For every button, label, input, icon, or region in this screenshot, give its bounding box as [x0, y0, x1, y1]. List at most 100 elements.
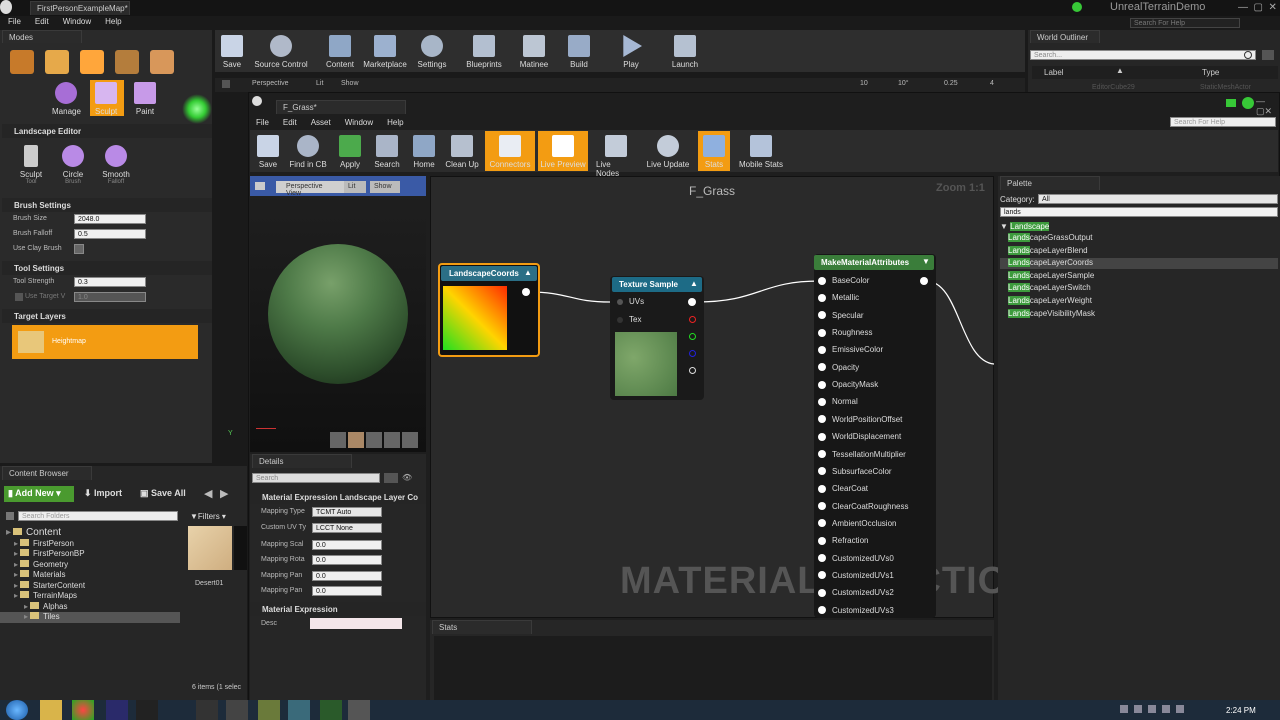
folder-item[interactable]: ▸ Alphas	[0, 601, 180, 613]
brush-size-field[interactable]: 2048.0	[74, 214, 146, 224]
expand-arrow-icon[interactable]: ▸	[14, 591, 18, 600]
apply-button[interactable]: Apply	[338, 135, 362, 169]
expand-arrow-icon[interactable]: ▸	[14, 581, 18, 590]
tray-icon[interactable]	[1120, 705, 1128, 713]
terrain-taskbar-icon[interactable]	[258, 700, 280, 720]
nav-forward-icon[interactable]: ▶	[220, 487, 228, 500]
app-taskbar-icon[interactable]	[136, 700, 158, 720]
use-clay-checkbox[interactable]	[74, 244, 84, 254]
make-pin[interactable]: Specular	[818, 311, 864, 320]
main-help-search[interactable]: Search For Help	[1130, 18, 1240, 28]
outliner-search[interactable]: Search...	[1030, 50, 1256, 60]
category-dropdown[interactable]: All	[1038, 194, 1278, 204]
brush-falloff-field[interactable]: 0.5	[74, 229, 146, 239]
make-pin[interactable]: CustomizedUVs2	[818, 588, 894, 597]
launch-button[interactable]: Launch	[670, 35, 700, 69]
make-pin[interactable]: EmissiveColor	[818, 345, 883, 354]
tab-f-grass[interactable]: F_Grass*	[276, 100, 406, 114]
details-search[interactable]: Search	[252, 473, 380, 483]
make-pin[interactable]: Normal	[818, 397, 858, 406]
desc-field[interactable]	[310, 618, 402, 629]
start-button-icon[interactable]	[6, 700, 28, 720]
folder-item[interactable]: ▸ Geometry	[0, 559, 180, 571]
menu-window[interactable]: Window	[63, 17, 91, 26]
palette-item[interactable]: LandscapeLayerCoords	[1008, 257, 1095, 270]
window-controls[interactable]: — ▢ ✕	[1238, 2, 1277, 13]
custom-uv-type-dropdown[interactable]: LCCT None	[312, 523, 382, 533]
find-in-cb-button[interactable]: Find in CB	[288, 135, 328, 169]
editor-menu-edit[interactable]: Edit	[283, 118, 297, 127]
rgb-output-pin[interactable]	[688, 298, 696, 306]
details-eye-icon[interactable]: 👁	[402, 473, 422, 483]
tray-icon[interactable]	[1148, 705, 1156, 713]
palette-search[interactable]: lands	[1000, 207, 1278, 217]
tab-content-browser[interactable]: Content Browser	[2, 466, 92, 480]
asset-partial-thumbnail[interactable]	[234, 526, 247, 570]
menu-help[interactable]: Help	[105, 17, 121, 26]
tray-icon[interactable]	[1134, 705, 1142, 713]
tex-tex-pin[interactable]: Tex	[617, 315, 641, 324]
unreal-taskbar-icon[interactable]	[196, 700, 218, 720]
column-label[interactable]: Label	[1044, 68, 1064, 77]
make-pin[interactable]: Opacity	[818, 363, 859, 372]
menu-file[interactable]: File	[8, 17, 21, 26]
landscape-mode-icon[interactable]	[80, 50, 104, 74]
tool-strength-field[interactable]: 0.3	[74, 277, 146, 287]
expand-arrow-icon[interactable]: ▸	[14, 549, 18, 558]
paint-button[interactable]: Paint	[134, 82, 156, 116]
make-pin[interactable]: Metallic	[818, 293, 859, 302]
expand-arrow-icon[interactable]: ▸	[14, 560, 18, 569]
camera-speed-value[interactable]: 4	[990, 80, 994, 87]
plane-shape-icon[interactable]	[366, 432, 382, 448]
blueprints-button[interactable]: Blueprints	[464, 35, 504, 69]
make-pin[interactable]: Roughness	[818, 328, 872, 337]
r-output-pin[interactable]	[689, 316, 696, 323]
folder-item[interactable]: ▸ TerrainMaps	[0, 591, 180, 602]
expand-arrow-icon[interactable]: ▸	[14, 570, 18, 579]
chrome-taskbar-icon[interactable]	[72, 700, 94, 720]
foliage-mode-icon[interactable]	[115, 50, 139, 74]
palette-item[interactable]: LandscapeVisibilityMask	[1008, 308, 1095, 321]
tex-uvs-pin[interactable]: UVs	[617, 297, 644, 306]
editor-save-button[interactable]: Save	[256, 135, 280, 169]
cylinder-shape-icon[interactable]	[330, 432, 346, 448]
network-icon[interactable]	[1162, 705, 1170, 713]
make-pin[interactable]: TessellationMultiplier	[818, 450, 906, 459]
viewport-perspective[interactable]: Perspective	[252, 80, 289, 87]
make-pin[interactable]: ClearCoat	[818, 484, 868, 493]
palette-item[interactable]: LandscapeLayerSample	[1008, 270, 1095, 283]
content-button[interactable]: Content	[324, 35, 356, 69]
folder-item[interactable]: ▸ FirstPerson	[0, 538, 180, 550]
folder-item[interactable]: ▸ Content	[0, 527, 180, 539]
add-new-button[interactable]: ▮ Add New ▾	[4, 486, 74, 502]
tab-stats[interactable]: Stats	[432, 620, 532, 634]
mapping-type-dropdown[interactable]: TCMT Auto	[312, 507, 382, 517]
palette-item[interactable]: LandscapeLayerWeight	[1008, 295, 1095, 308]
folder-item[interactable]: ▸ FirstPersonBP	[0, 549, 180, 560]
menu-edit[interactable]: Edit	[35, 17, 49, 26]
filters-button[interactable]: ▼Filters ▾	[190, 512, 226, 521]
make-pin[interactable]: CustomizedUVs0	[818, 554, 894, 563]
editor-menu-help[interactable]: Help	[387, 118, 403, 127]
collapse-arrow-icon[interactable]: ▲	[524, 268, 532, 277]
palette-item[interactable]: LandscapeGrassOutput	[1008, 232, 1095, 245]
clean-up-button[interactable]: Clean Up	[444, 135, 480, 169]
brush-circle[interactable]: Circle Brush	[60, 145, 86, 185]
build-button[interactable]: Build	[566, 35, 592, 69]
editor-menu-asset[interactable]: Asset	[311, 118, 331, 127]
make-pin[interactable]: WorldPositionOffset	[818, 415, 902, 424]
taskbar-clock[interactable]: 2:24 PM	[1226, 706, 1256, 715]
matinee-button[interactable]: Matinee	[517, 35, 551, 69]
make-pin[interactable]: OpacityMask	[818, 380, 878, 389]
preview-show[interactable]: Show	[370, 181, 400, 193]
editor-taskbar-icon[interactable]	[320, 700, 342, 720]
mapping-pan-u-field[interactable]: 0.0	[312, 571, 382, 581]
sculpt-button[interactable]: Sculpt	[95, 82, 117, 116]
make-pin[interactable]: CustomizedUVs1	[818, 571, 894, 580]
mapping-rotation-field[interactable]: 0.0	[312, 555, 382, 565]
tool-sculpt[interactable]: Sculpt Tool	[18, 145, 44, 185]
stats-button[interactable]: Stats	[701, 135, 727, 169]
falloff-smooth[interactable]: Smooth Falloff	[102, 145, 130, 185]
folder-item[interactable]: ▸ StarterContent	[0, 580, 180, 592]
cube-shape-icon[interactable]	[384, 432, 400, 448]
